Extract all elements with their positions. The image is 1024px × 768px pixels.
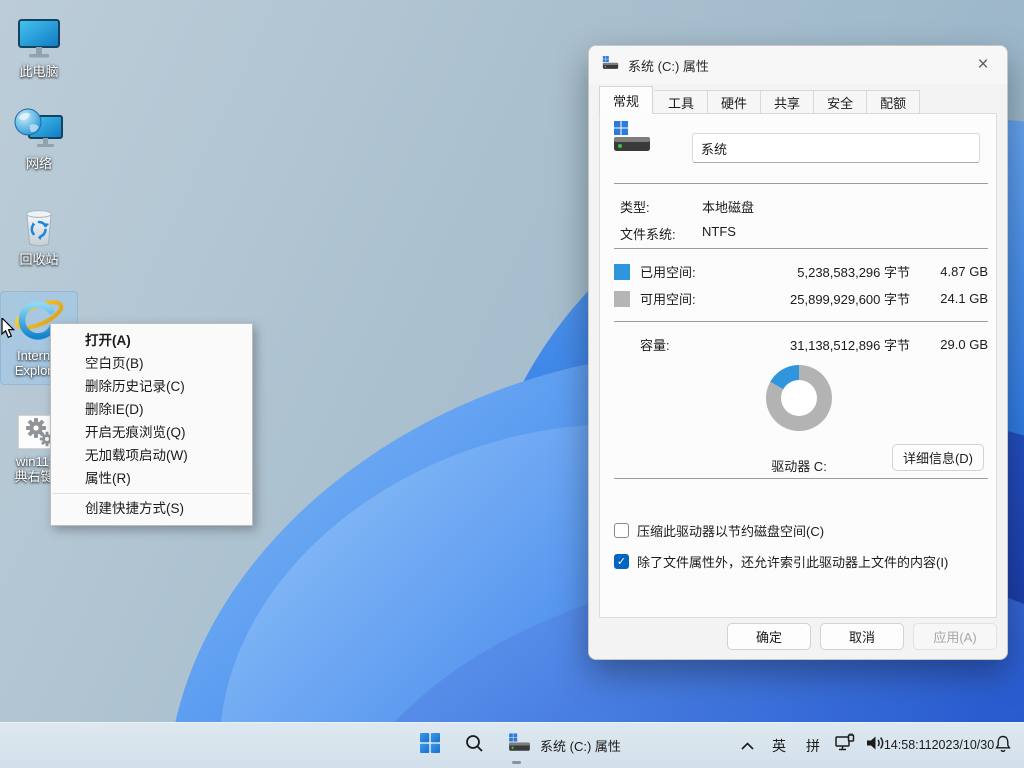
taskbar-center: 系统 (C:) 属性 xyxy=(408,723,633,768)
filesystem-row: 文件系统: NTFS xyxy=(620,224,736,243)
menu-item-open[interactable]: 打开(A) xyxy=(51,329,252,352)
type-value: 本地磁盘 xyxy=(702,197,754,216)
menu-item-no-addons[interactable]: 无加载项启动(W) xyxy=(51,444,252,467)
taskbar-app-label: 系统 (C:) 属性 xyxy=(540,736,621,755)
usage-donut xyxy=(766,365,832,431)
tray-language-indicator[interactable]: 英 xyxy=(762,726,796,766)
compress-checkbox-label: 压缩此驱动器以节约磁盘空间(C) xyxy=(637,521,824,540)
system-tray: 英 拼 xyxy=(732,723,1018,768)
properties-dialog: 系统 (C:) 属性 × 常规 工具 硬件 共享 安全 配额 xyxy=(588,45,1008,660)
compress-checkbox[interactable] xyxy=(614,523,629,538)
desktop-icon-label: 此电脑 xyxy=(19,64,58,79)
filesystem-value: NTFS xyxy=(702,224,736,243)
desktop-icon-network[interactable]: 网络 xyxy=(1,100,77,171)
recycle-bin-icon xyxy=(16,201,62,249)
filesystem-label: 文件系统: xyxy=(620,224,702,243)
menu-item-delete-ie[interactable]: 删除IE(D) xyxy=(51,398,252,421)
free-space-size: 24.1 GB xyxy=(910,291,988,306)
index-checkbox[interactable] xyxy=(614,554,629,569)
used-space-bytes: 5,238,583,296 字节 xyxy=(740,262,910,281)
type-row: 类型: 本地磁盘 xyxy=(620,197,754,216)
context-menu: 打开(A) 空白页(B) 删除历史记录(C) 删除IE(D) 开启无痕浏览(Q)… xyxy=(50,323,253,526)
capacity-label: 容量: xyxy=(640,335,740,354)
tray-network-button[interactable] xyxy=(830,726,860,766)
desktop-icon-label: 回收站 xyxy=(19,252,58,267)
taskbar-app-system-properties[interactable]: 系统 (C:) 属性 xyxy=(496,726,633,766)
tab-tools[interactable]: 工具 xyxy=(655,90,708,114)
dialog-tabs: 常规 工具 硬件 共享 安全 配额 xyxy=(599,86,920,114)
compress-checkbox-row: 压缩此驱动器以节约磁盘空间(C) xyxy=(614,521,824,540)
tab-security[interactable]: 安全 xyxy=(814,90,867,114)
dialog-title: 系统 (C:) 属性 xyxy=(628,56,709,75)
search-button[interactable] xyxy=(452,726,496,766)
free-space-bytes: 25,899,929,600 字节 xyxy=(740,289,910,308)
tray-overflow-button[interactable] xyxy=(732,726,762,766)
separator xyxy=(614,248,988,249)
desktop-icon-this-pc[interactable]: 此电脑 xyxy=(1,8,77,79)
menu-item-create-shortcut[interactable]: 创建快捷方式(S) xyxy=(51,497,252,520)
type-label: 类型: xyxy=(620,197,702,216)
chevron-up-icon xyxy=(741,737,754,755)
active-app-indicator xyxy=(512,761,521,764)
tab-quota[interactable]: 配额 xyxy=(867,90,920,114)
cancel-button[interactable]: 取消 xyxy=(820,623,904,650)
close-icon[interactable]: × xyxy=(969,52,997,78)
tray-clock[interactable]: 14:58:11 2023/10/30 xyxy=(896,726,982,766)
separator xyxy=(614,183,988,184)
start-button[interactable] xyxy=(408,726,452,766)
menu-item-inprivate[interactable]: 开启无痕浏览(Q) xyxy=(51,421,252,444)
free-space-label: 可用空间: xyxy=(640,289,740,308)
details-button[interactable]: 详细信息(D) xyxy=(892,444,984,471)
drive-icon xyxy=(602,56,619,74)
index-checkbox-row: 除了文件属性外，还允许索引此驱动器上文件的内容(I) xyxy=(614,552,948,571)
windows-logo-icon xyxy=(420,733,440,758)
menu-item-blank-page[interactable]: 空白页(B) xyxy=(51,352,252,375)
tab-panel-general: 类型: 本地磁盘 文件系统: NTFS 已用空间: 5,238,583,296 … xyxy=(599,113,997,618)
desktop-icon-label: 网络 xyxy=(26,156,52,171)
network-icon xyxy=(13,105,65,153)
volume-name-input[interactable] xyxy=(692,133,980,163)
drive-icon xyxy=(612,120,652,160)
separator xyxy=(614,478,988,479)
bell-icon xyxy=(994,734,1012,758)
apply-button[interactable]: 应用(A) xyxy=(913,623,997,650)
ok-button[interactable]: 确定 xyxy=(727,623,811,650)
drive-caption: 驱动器 C: xyxy=(729,456,869,475)
dialog-titlebar[interactable]: 系统 (C:) 属性 xyxy=(589,46,1007,84)
search-icon xyxy=(465,734,484,758)
free-space-row: 可用空间: 25,899,929,600 字节 24.1 GB xyxy=(614,289,988,308)
used-space-swatch xyxy=(614,264,630,280)
tray-time: 14:58:11 xyxy=(884,738,932,753)
tray-ime-indicator[interactable]: 拼 xyxy=(796,726,830,766)
taskbar: 系统 (C:) 属性 英 拼 xyxy=(0,722,1024,768)
used-space-size: 4.87 GB xyxy=(910,264,988,279)
mouse-cursor xyxy=(1,318,18,345)
tray-date: 2023/10/30 xyxy=(932,738,995,753)
this-pc-icon xyxy=(16,13,62,61)
capacity-bytes: 31,138,512,896 字节 xyxy=(740,335,910,354)
network-icon xyxy=(834,733,856,758)
dialog-buttons: 确定 取消 应用(A) xyxy=(727,623,997,650)
separator xyxy=(614,321,988,322)
used-space-label: 已用空间: xyxy=(640,262,740,281)
desktop-icon-recycle-bin[interactable]: 回收站 xyxy=(1,196,77,267)
tab-general[interactable]: 常规 xyxy=(599,86,653,114)
tray-notifications-button[interactable] xyxy=(988,726,1018,766)
capacity-size: 29.0 GB xyxy=(910,337,988,352)
used-space-row: 已用空间: 5,238,583,296 字节 4.87 GB xyxy=(614,262,988,281)
tab-hardware[interactable]: 硬件 xyxy=(708,90,761,114)
menu-item-delete-history[interactable]: 删除历史记录(C) xyxy=(51,375,252,398)
drive-icon xyxy=(508,733,531,759)
tab-sharing[interactable]: 共享 xyxy=(761,90,814,114)
menu-separator xyxy=(53,493,250,494)
desktop: 此电脑 网络 xyxy=(0,0,1024,768)
menu-item-properties[interactable]: 属性(R) xyxy=(51,467,252,490)
index-checkbox-label: 除了文件属性外，还允许索引此驱动器上文件的内容(I) xyxy=(637,552,948,571)
capacity-row: 容量: 31,138,512,896 字节 29.0 GB xyxy=(614,335,988,354)
free-space-swatch xyxy=(614,291,630,307)
volume-icon xyxy=(865,734,886,757)
